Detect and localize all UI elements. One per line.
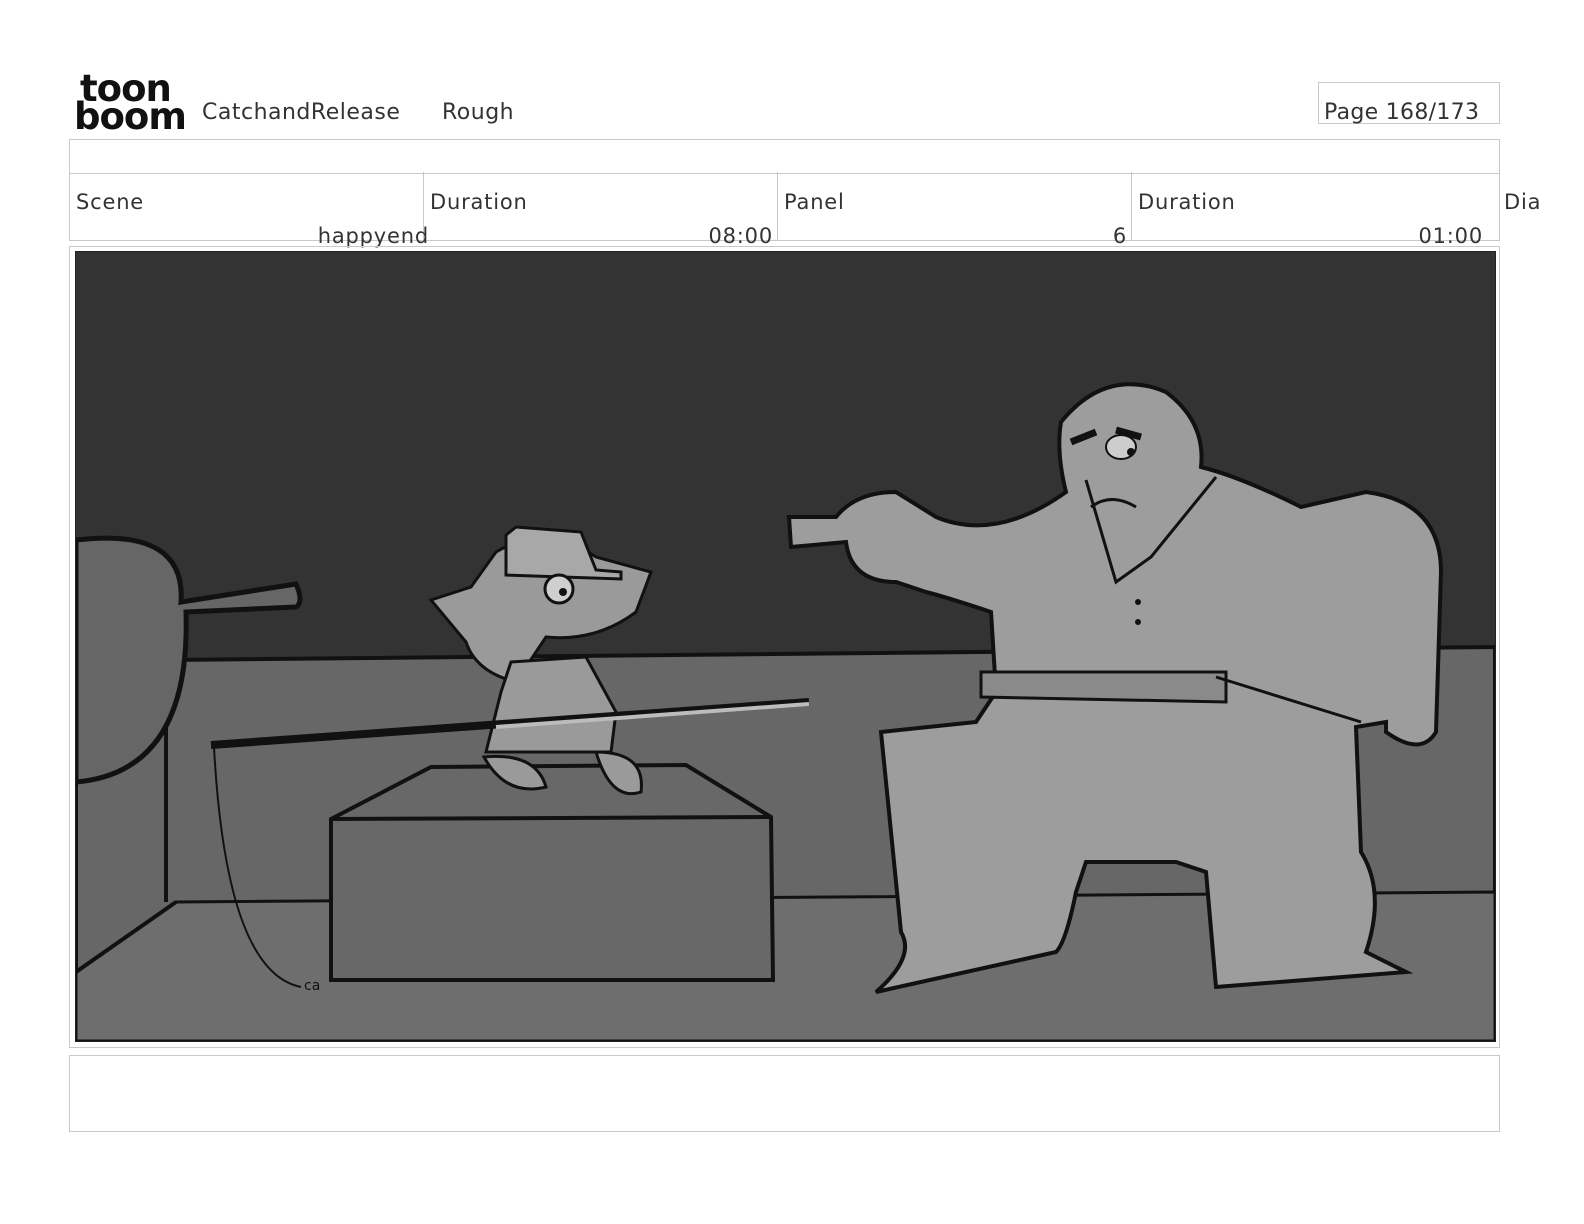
storyboard-scene-svg: ca [73, 252, 1497, 1043]
project-name: CatchandRelease [202, 100, 401, 125]
ottoman [329, 762, 776, 982]
page-number: Page 168/173 [1324, 100, 1480, 125]
toonboom-logo: toon boom [74, 70, 187, 135]
scene-cell: Scene happyend [70, 172, 428, 248]
scene-label: Scene [76, 190, 145, 214]
panel-cell: Panel 6 [778, 172, 1132, 248]
storyboard-drawing: ca [73, 251, 1497, 1043]
logo-line-2: boom [74, 95, 187, 138]
info-row: Scene happyend Duration 08:00 Panel 6 Du… [69, 172, 1500, 248]
duration-label: Duration [430, 190, 528, 214]
panel-value: 6 [1112, 224, 1127, 248]
top-strip [69, 139, 1500, 174]
scene-value: happyend [317, 224, 429, 248]
panel-label: Panel [784, 190, 845, 214]
duration-value: 08:00 [708, 224, 773, 248]
duration-cell: Duration 08:00 [424, 172, 778, 248]
panel-duration-cell: Duration 01:00 [1132, 172, 1499, 248]
stage-name: Rough [442, 100, 515, 125]
notes-strip [69, 1055, 1500, 1132]
dialogue-label: Dia [1504, 190, 1542, 214]
panel-duration-value: 01:00 [1418, 224, 1483, 248]
signature: ca [304, 978, 320, 994]
panel-duration-label: Duration [1138, 190, 1236, 214]
